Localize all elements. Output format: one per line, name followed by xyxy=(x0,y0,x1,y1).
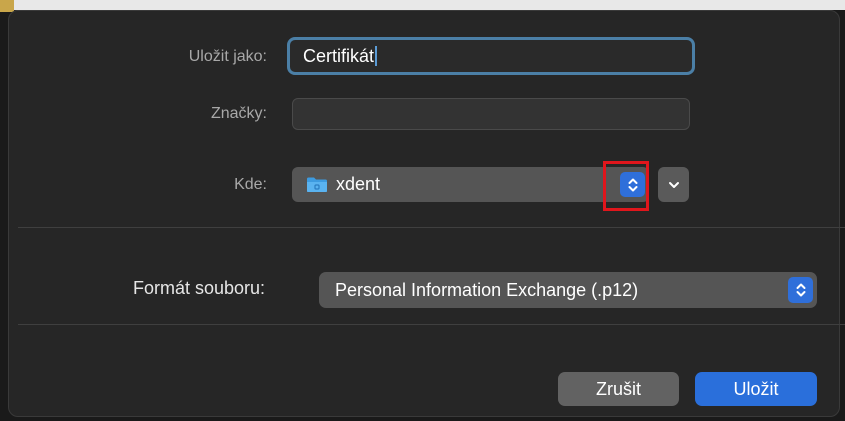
where-popup-button[interactable]: xdent xyxy=(292,167,649,202)
divider-bottom xyxy=(18,324,845,325)
where-label: Kde: xyxy=(234,176,267,193)
cancel-button[interactable]: Zrušit xyxy=(558,372,679,406)
window-top-strip xyxy=(0,0,845,10)
tags-field[interactable] xyxy=(292,98,690,130)
chevron-down-icon xyxy=(668,176,680,194)
highlight-annotation xyxy=(603,161,649,211)
chevron-up-down-icon[interactable] xyxy=(788,277,813,303)
folder-icon xyxy=(306,176,328,193)
file-name-field[interactable]: Certifikát xyxy=(287,37,695,75)
divider-top xyxy=(18,227,845,228)
tags-label: Značky: xyxy=(210,105,267,122)
save-button[interactable]: Uložit xyxy=(695,372,817,406)
file-format-value: Personal Information Exchange (.p12) xyxy=(335,279,639,300)
expand-button[interactable] xyxy=(658,167,689,202)
save-as-label: Uložit jako: xyxy=(188,48,267,65)
save-dialog: Uložit jako: Certifikát Značky: Kde: xde… xyxy=(8,10,845,417)
where-value: xdent xyxy=(336,174,381,194)
file-format-popup-button[interactable]: Personal Information Exchange (.p12) xyxy=(319,272,817,308)
file-name-value: Certifikát xyxy=(303,45,375,66)
file-format-label: Formát souboru: xyxy=(133,278,266,298)
text-caret xyxy=(375,46,378,66)
corner-decoration xyxy=(0,0,14,12)
